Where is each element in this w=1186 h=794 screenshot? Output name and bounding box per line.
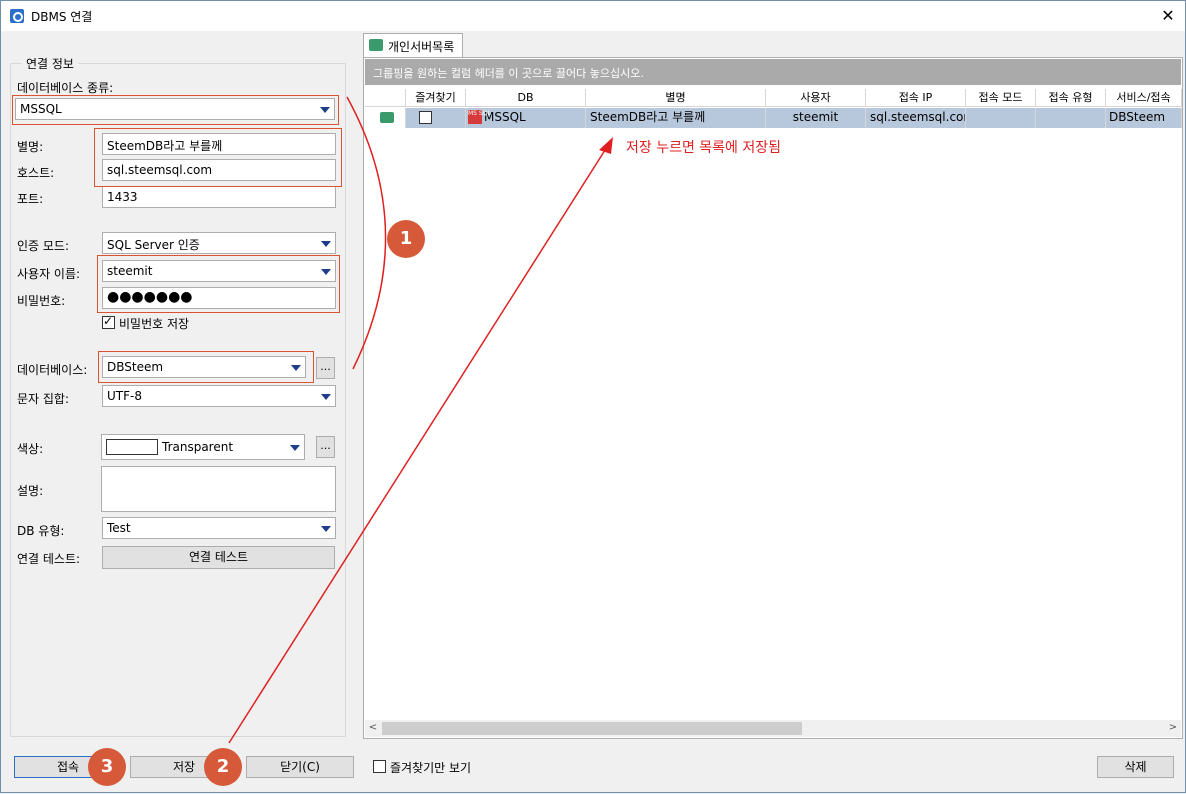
conn-test-button[interactable]: 연결 테스트 <box>102 546 335 569</box>
db-kind-label: DB 유형: <box>17 524 65 538</box>
charset-value: UTF-8 <box>107 389 142 403</box>
db-kind-value: Test <box>107 521 131 535</box>
column-header-user[interactable]: 사용자 <box>766 89 866 107</box>
mode-cell <box>966 108 1036 128</box>
column-header-favorite[interactable]: 즐겨찾기 <box>406 89 466 107</box>
database-label: 데이터베이스: <box>17 363 88 377</box>
server-card-icon <box>369 39 383 51</box>
column-header-db[interactable]: DB <box>466 89 586 107</box>
db-cell: MS SQL MSSQL <box>466 108 586 128</box>
column-header-ip[interactable]: 접속 IP <box>866 89 966 107</box>
highlight-alias-host <box>94 128 342 187</box>
badge-3: 3 <box>88 748 126 786</box>
color-label: 색상: <box>17 442 44 456</box>
db-kind-select[interactable]: Test <box>102 517 336 539</box>
highlight-credentials <box>97 255 340 313</box>
chevron-down-icon <box>321 241 331 247</box>
host-label: 호스트: <box>17 166 55 180</box>
auth-mode-label: 인증 모드: <box>17 239 70 253</box>
group-by-hint: 그룹핑을 원하는 컬럼 헤더를 이 곳으로 끌어다 놓으십시오. <box>365 59 1181 85</box>
description-textarea[interactable] <box>101 466 336 512</box>
title-bar: DBMS 연결 ✕ <box>1 1 1185 31</box>
db-type-label: 데이터베이스 종류: <box>17 81 114 95</box>
color-select[interactable]: Transparent <box>101 434 305 460</box>
tab-personal-servers[interactable]: 개인서버목록 <box>363 33 463 57</box>
description-label: 설명: <box>17 484 44 498</box>
app-icon <box>10 9 24 23</box>
horizontal-scrollbar[interactable]: < > <box>365 720 1181 737</box>
close-button[interactable]: 닫기(C) <box>246 756 354 778</box>
charset-label: 문자 집합: <box>17 392 70 406</box>
scroll-right-icon[interactable]: > <box>1167 722 1179 733</box>
column-header-service[interactable]: 서비스/접속 <box>1106 89 1182 107</box>
charset-select[interactable]: UTF-8 <box>102 385 336 407</box>
database-browse-button[interactable]: ... <box>316 357 335 379</box>
favorites-only-label: 즐겨찾기만 보기 <box>390 761 472 775</box>
user-cell: steemit <box>766 108 866 128</box>
password-label: 비밀번호: <box>17 294 66 308</box>
auth-mode-value: SQL Server 인증 <box>107 238 200 252</box>
column-header-mode[interactable]: 접속 모드 <box>966 89 1036 107</box>
service-cell: DBSteem <box>1106 108 1182 128</box>
chevron-down-icon <box>321 394 331 400</box>
group-title: 연결 정보 <box>22 55 78 72</box>
dbms-connect-window: DBMS 연결 ✕ 연결 정보 데이터베이스 종류: MSSQL 별명: Ste… <box>0 0 1186 793</box>
save-password-label: 비밀번호 저장 <box>119 317 190 331</box>
alias-cell: SteemDB라고 부를께 <box>586 108 766 128</box>
color-browse-button[interactable]: ... <box>316 436 335 458</box>
column-header-alias[interactable]: 별명 <box>586 89 766 107</box>
column-header-indicator <box>365 89 406 107</box>
highlight-database <box>98 351 314 383</box>
port-field[interactable]: 1433 <box>102 186 336 208</box>
row-indicator <box>365 108 406 128</box>
badge-2: 2 <box>204 748 242 786</box>
username-label: 사용자 이름: <box>17 267 81 281</box>
favorite-checkbox[interactable] <box>419 111 432 124</box>
port-label: 포트: <box>17 192 44 206</box>
scroll-left-icon[interactable]: < <box>367 722 379 733</box>
favorites-only-checkbox[interactable] <box>373 760 386 773</box>
window-title: DBMS 연결 <box>31 10 93 24</box>
type-cell <box>1036 108 1106 128</box>
color-swatch <box>106 439 158 455</box>
server-card-icon <box>380 112 394 123</box>
color-value: Transparent <box>162 440 234 454</box>
favorite-cell[interactable] <box>406 108 466 128</box>
column-header-type[interactable]: 접속 유형 <box>1036 89 1106 107</box>
mssql-icon: MS SQL <box>468 110 491 124</box>
chevron-down-icon <box>321 526 331 532</box>
tab-label: 개인서버목록 <box>388 40 455 54</box>
conn-test-label: 연결 테스트: <box>17 552 81 566</box>
highlight-db-type <box>12 95 339 125</box>
delete-button[interactable]: 삭제 <box>1097 756 1174 778</box>
badge-1: 1 <box>387 220 425 258</box>
annotation-note: 저장 누르면 목록에 저장됨 <box>626 140 782 156</box>
server-grid: 그룹핑을 원하는 컬럼 헤더를 이 곳으로 끌어다 놓으십시오. 즐겨찾기 DB… <box>363 57 1183 739</box>
ip-cell: sql.steemsql.com <box>866 108 966 128</box>
auth-mode-select[interactable]: SQL Server 인증 <box>102 232 336 254</box>
chevron-down-icon <box>290 445 300 451</box>
scroll-thumb[interactable] <box>382 722 802 735</box>
save-password-checkbox[interactable] <box>102 314 115 329</box>
close-icon[interactable]: ✕ <box>1157 5 1179 27</box>
alias-label: 별명: <box>17 140 44 154</box>
